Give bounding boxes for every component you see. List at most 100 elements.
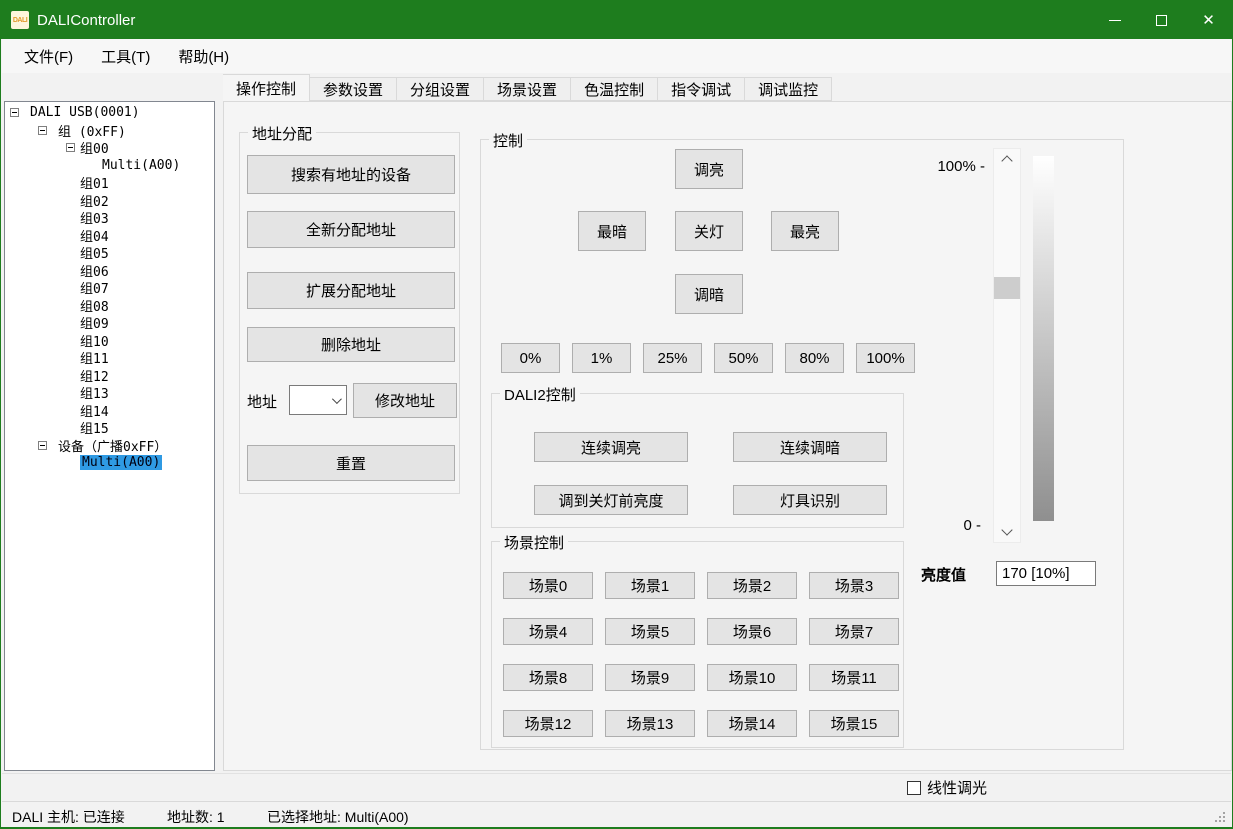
scene-button[interactable]: 场景9 [605, 664, 695, 691]
tree-item[interactable]: 组04 [5, 227, 214, 245]
tree-item[interactable]: 组02 [5, 192, 214, 210]
tree-item-label: 组01 [80, 173, 109, 192]
tree-item[interactable]: Multi(A00) [5, 157, 214, 175]
modify-address-button[interactable]: 修改地址 [353, 383, 457, 418]
brightness-value-field[interactable]: 170 [10%] [996, 561, 1096, 586]
percent-button[interactable]: 50% [714, 343, 773, 373]
continuous-brighten-button[interactable]: 连续调亮 [534, 432, 688, 462]
tree-item[interactable]: 组10 [5, 332, 214, 350]
collapse-icon[interactable] [38, 126, 47, 135]
scene-button[interactable]: 场景3 [809, 572, 899, 599]
tree-item[interactable]: 组 (0xFF) [5, 122, 214, 140]
scene-button[interactable]: 场景12 [503, 710, 593, 737]
scene-button[interactable]: 场景1 [605, 572, 695, 599]
assign-new-address-button[interactable]: 全新分配地址 [247, 211, 455, 248]
tree-item[interactable]: 组08 [5, 297, 214, 315]
tab[interactable]: 色温控制 [571, 77, 658, 101]
tab[interactable]: 分组设置 [397, 77, 484, 101]
tree-item-label: 设备（广播0xFF） [58, 436, 167, 455]
tab[interactable]: 指令调试 [658, 77, 745, 101]
window-title: DALIController [37, 12, 135, 29]
tree-item[interactable]: 组01 [5, 174, 214, 192]
close-button[interactable]: ✕ [1185, 1, 1232, 39]
address-combobox[interactable] [289, 385, 347, 415]
scene-button[interactable]: 场景2 [707, 572, 797, 599]
resize-grip[interactable] [1223, 820, 1225, 822]
tree-item[interactable]: 组15 [5, 419, 214, 437]
dim-button[interactable]: 调暗 [675, 274, 743, 314]
tree-item[interactable]: Multi(A00) [5, 454, 214, 472]
percent-button[interactable]: 0% [501, 343, 560, 373]
maximize-button[interactable] [1138, 1, 1185, 39]
footer-strip: 线性调光 [2, 773, 1231, 801]
tree-item[interactable]: 设备（广播0xFF） [5, 437, 214, 455]
brightest-button[interactable]: 最亮 [771, 211, 839, 251]
percent-button[interactable]: 80% [785, 343, 844, 373]
menu-item[interactable]: 文件(F) [14, 42, 83, 71]
scene-button[interactable]: 场景15 [809, 710, 899, 737]
minimize-button[interactable] [1091, 1, 1138, 39]
collapse-icon[interactable] [10, 108, 19, 117]
scene-button[interactable]: 场景5 [605, 618, 695, 645]
continuous-dim-button[interactable]: 连续调暗 [733, 432, 887, 462]
lamp-identify-button[interactable]: 灯具识别 [733, 485, 887, 515]
tree-item[interactable]: 组00 [5, 139, 214, 157]
collapse-icon[interactable] [38, 441, 47, 450]
scene-button[interactable]: 场景8 [503, 664, 593, 691]
search-addressed-devices-button[interactable]: 搜索有地址的设备 [247, 155, 455, 194]
darkest-button[interactable]: 最暗 [578, 211, 646, 251]
tree-item[interactable]: 组06 [5, 262, 214, 280]
percent-button[interactable]: 1% [572, 343, 631, 373]
tree-item-label: 组 (0xFF) [58, 121, 126, 140]
tree-item[interactable]: DALI USB(0001) [5, 104, 214, 122]
menu-item[interactable]: 帮助(H) [168, 42, 239, 71]
tree-item-label: 组14 [80, 401, 109, 420]
scene-button[interactable]: 场景6 [707, 618, 797, 645]
scrollbar-thumb[interactable] [994, 277, 1020, 299]
scroll-up-icon[interactable] [1001, 155, 1012, 166]
scene-button[interactable]: 场景0 [503, 572, 593, 599]
dali2-control-group: DALI2控制 连续调亮 连续调暗 调到关灯前亮度 灯具识别 [491, 393, 904, 528]
tree-item[interactable]: 组07 [5, 279, 214, 297]
tree-item-label: 组05 [80, 243, 109, 262]
scene-button[interactable]: 场景10 [707, 664, 797, 691]
percent-button[interactable]: 100% [856, 343, 915, 373]
linear-dimming-checkbox[interactable]: 线性调光 [907, 777, 987, 798]
tree-item[interactable]: 组11 [5, 349, 214, 367]
percent-button[interactable]: 25% [643, 343, 702, 373]
scene-button[interactable]: 场景4 [503, 618, 593, 645]
percent-button-row: 0% 1% 25% 50% 80% 100% [501, 343, 915, 373]
extend-assign-address-button[interactable]: 扩展分配地址 [247, 272, 455, 309]
menu-item[interactable]: 工具(T) [91, 42, 160, 71]
tab-page-operation: 地址分配 搜索有地址的设备 全新分配地址 扩展分配地址 删除地址 地址 修改地址… [223, 101, 1232, 771]
tree-item[interactable]: 组03 [5, 209, 214, 227]
reset-button[interactable]: 重置 [247, 445, 455, 481]
control-group-title: 控制 [489, 130, 527, 151]
scene-button[interactable]: 场景14 [707, 710, 797, 737]
scene-button[interactable]: 场景7 [809, 618, 899, 645]
scene-control-group: 场景控制 场景0场景1场景2场景3场景4场景5场景6场景7场景8场景9场景10场… [491, 541, 904, 748]
tree-item[interactable]: 组12 [5, 367, 214, 385]
slider-min-label: 0 - [921, 517, 981, 534]
maximize-icon [1156, 15, 1167, 26]
lamp-off-button[interactable]: 关灯 [675, 211, 743, 251]
tab[interactable]: 调试监控 [745, 77, 832, 101]
delete-address-button[interactable]: 删除地址 [247, 327, 455, 362]
scene-button[interactable]: 场景11 [809, 664, 899, 691]
brighten-button[interactable]: 调亮 [675, 149, 743, 189]
tab[interactable]: 场景设置 [484, 77, 571, 101]
brightness-gradient-bar [1033, 156, 1054, 521]
scene-button[interactable]: 场景13 [605, 710, 695, 737]
device-tree[interactable]: DALI USB(0001) 组 (0xFF) 组00 Multi(A00) 组… [4, 101, 215, 771]
recall-last-level-button[interactable]: 调到关灯前亮度 [534, 485, 688, 515]
tree-item[interactable]: 组13 [5, 384, 214, 402]
scroll-down-icon[interactable] [1001, 524, 1012, 535]
tree-item[interactable]: 组09 [5, 314, 214, 332]
tree-item[interactable]: 组05 [5, 244, 214, 262]
tree-item[interactable]: 组14 [5, 402, 214, 420]
tab[interactable]: 参数设置 [310, 77, 397, 101]
collapse-icon[interactable] [66, 143, 75, 152]
brightness-scrollbar[interactable] [993, 148, 1021, 543]
tab[interactable]: 操作控制 [223, 74, 310, 101]
checkbox-box-icon[interactable] [907, 781, 921, 795]
